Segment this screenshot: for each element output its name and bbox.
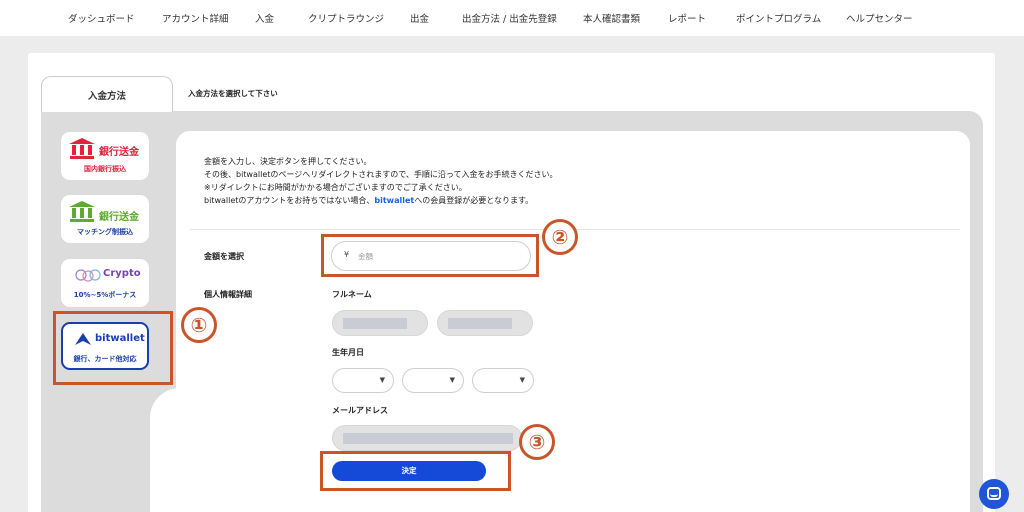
bank-icon	[69, 201, 95, 223]
method-domestic-bank[interactable]: 銀行送金 国内銀行振込	[61, 132, 149, 180]
bitwallet-link[interactable]: bitwallet	[374, 196, 414, 205]
annotation-number-1: ①	[181, 307, 217, 343]
nav-crypto-lounge[interactable]: クリプトラウンジ	[308, 11, 384, 25]
highlight-box-2	[321, 234, 539, 277]
tab-hint: 入金方法を選択して下さい	[188, 89, 278, 98]
bank-icon	[69, 138, 95, 160]
nav-deposit[interactable]: 入金	[255, 11, 274, 25]
nav-dashboard[interactable]: ダッシュボード	[68, 11, 135, 25]
info-line-2: その後、bitwalletのページへリダイレクトされますので、手順に沿って入金を…	[204, 170, 558, 179]
redacted-value	[343, 433, 513, 444]
highlight-box-3	[320, 451, 511, 491]
first-name-field[interactable]	[332, 310, 428, 336]
nav-withdrawal-method[interactable]: 出金方法 / 出金先登録	[462, 11, 557, 25]
birth-day-select[interactable]: ▼	[472, 368, 534, 393]
chevron-down-icon: ▼	[449, 376, 455, 384]
nav-help-center[interactable]: ヘルプセンター	[846, 11, 913, 25]
redacted-value	[343, 318, 407, 329]
chevron-down-icon: ▼	[379, 376, 385, 384]
method-sub: 国内銀行振込	[84, 165, 126, 173]
method-sub: 10%~5%ボーナス	[73, 291, 137, 299]
annotation-number-2: ②	[542, 219, 578, 255]
fullname-label: フルネーム	[332, 290, 372, 299]
tab-deposit-method-label: 入金方法	[87, 91, 126, 102]
annotation-number-3: ③	[519, 424, 555, 460]
highlight-box-1	[53, 311, 173, 385]
birth-month-select[interactable]: ▼	[402, 368, 464, 393]
sidebar-curve	[150, 388, 180, 512]
birthdate-label: 生年月日	[332, 348, 364, 357]
info-line-4-post: への会員登録が必要となります。	[414, 196, 534, 205]
info-line-4-pre: bitwalletのアカウントをお持ちではない場合、	[204, 196, 375, 205]
email-label: メールアドレス	[332, 406, 388, 415]
chat-button[interactable]	[979, 479, 1009, 509]
method-title: 銀行送金	[99, 147, 139, 158]
tab-deposit-method[interactable]: 入金方法	[41, 76, 173, 112]
personal-info-label: 個人情報詳細	[204, 290, 252, 299]
redacted-value	[448, 318, 512, 329]
email-field[interactable]	[332, 425, 522, 451]
nav-withdrawal[interactable]: 出金	[410, 11, 429, 25]
nav-point-program[interactable]: ポイントプログラム	[736, 11, 821, 25]
nav-identity-documents[interactable]: 本人確認書類	[583, 11, 640, 25]
nav-account-details[interactable]: アカウント詳細	[162, 11, 229, 25]
top-navigation: ダッシュボード アカウント詳細 入金 クリプトラウンジ 出金 出金方法 / 出金…	[0, 0, 1024, 36]
method-title: 銀行送金	[99, 212, 139, 223]
amount-label: 金額を選択	[204, 252, 244, 261]
method-matching-transfer[interactable]: 銀行送金 マッチング制振込	[61, 195, 149, 243]
method-sub: マッチング制振込	[77, 228, 133, 236]
last-name-field[interactable]	[437, 310, 533, 336]
info-line-1: 金額を入力し、決定ボタンを押してください。	[204, 157, 372, 166]
method-title: Crypto	[103, 268, 141, 279]
birth-year-select[interactable]: ▼	[332, 368, 394, 393]
info-line-4: bitwalletのアカウントをお持ちではない場合、bitwalletへの会員登…	[204, 195, 533, 206]
nav-report[interactable]: レポート	[668, 11, 706, 25]
method-crypto[interactable]: Crypto 10%~5%ボーナス	[61, 259, 149, 307]
crypto-coins-icon	[75, 269, 101, 282]
info-line-3: ※リダイレクトにお時間がかかる場合がございますのでご了承ください。	[204, 183, 467, 192]
chevron-down-icon: ▼	[519, 376, 525, 384]
